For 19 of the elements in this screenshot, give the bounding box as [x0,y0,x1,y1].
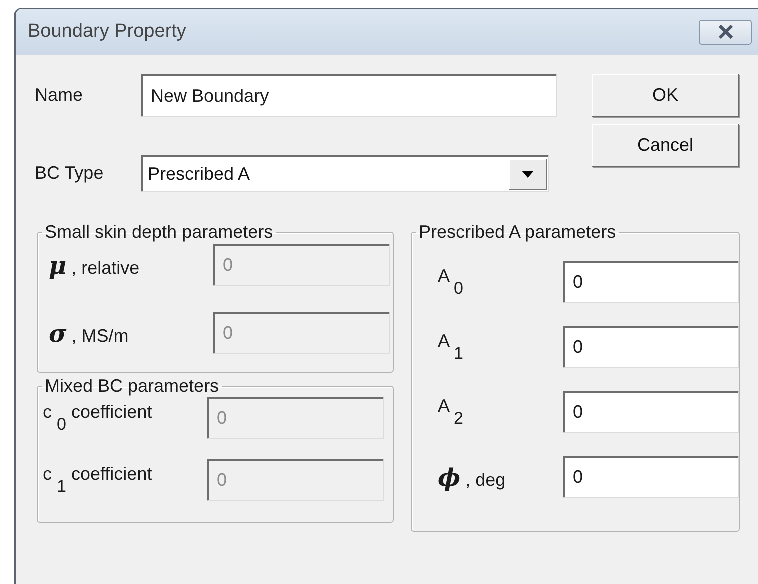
name-field[interactable]: New Boundary [141,74,557,117]
group-title: Prescribed A parameters [418,222,618,243]
field-label: ϕ , deg [437,462,507,492]
input-field[interactable]: 0 [563,261,739,303]
input-field[interactable]: 0 [563,456,739,498]
field-label: Name [35,85,84,106]
field-label: BC Type [35,163,105,184]
dropdown-arrow-icon [522,170,534,178]
window-title: Boundary Property [28,21,186,43]
dialog-button[interactable]: Cancel [592,124,739,167]
dialog-button[interactable]: OK [592,74,739,117]
input-field[interactable]: 0 [563,326,739,368]
input-field[interactable]: 0 [563,391,739,433]
field-label: σ , MS/m [48,318,130,348]
group-title: Small skin depth parameters [44,222,274,243]
field-label: μ , relative [48,250,141,280]
group-title: Mixed BC parameters [44,376,220,397]
bc-type-dropdown[interactable]: Prescribed A [141,155,549,192]
close-button[interactable] [699,20,752,44]
